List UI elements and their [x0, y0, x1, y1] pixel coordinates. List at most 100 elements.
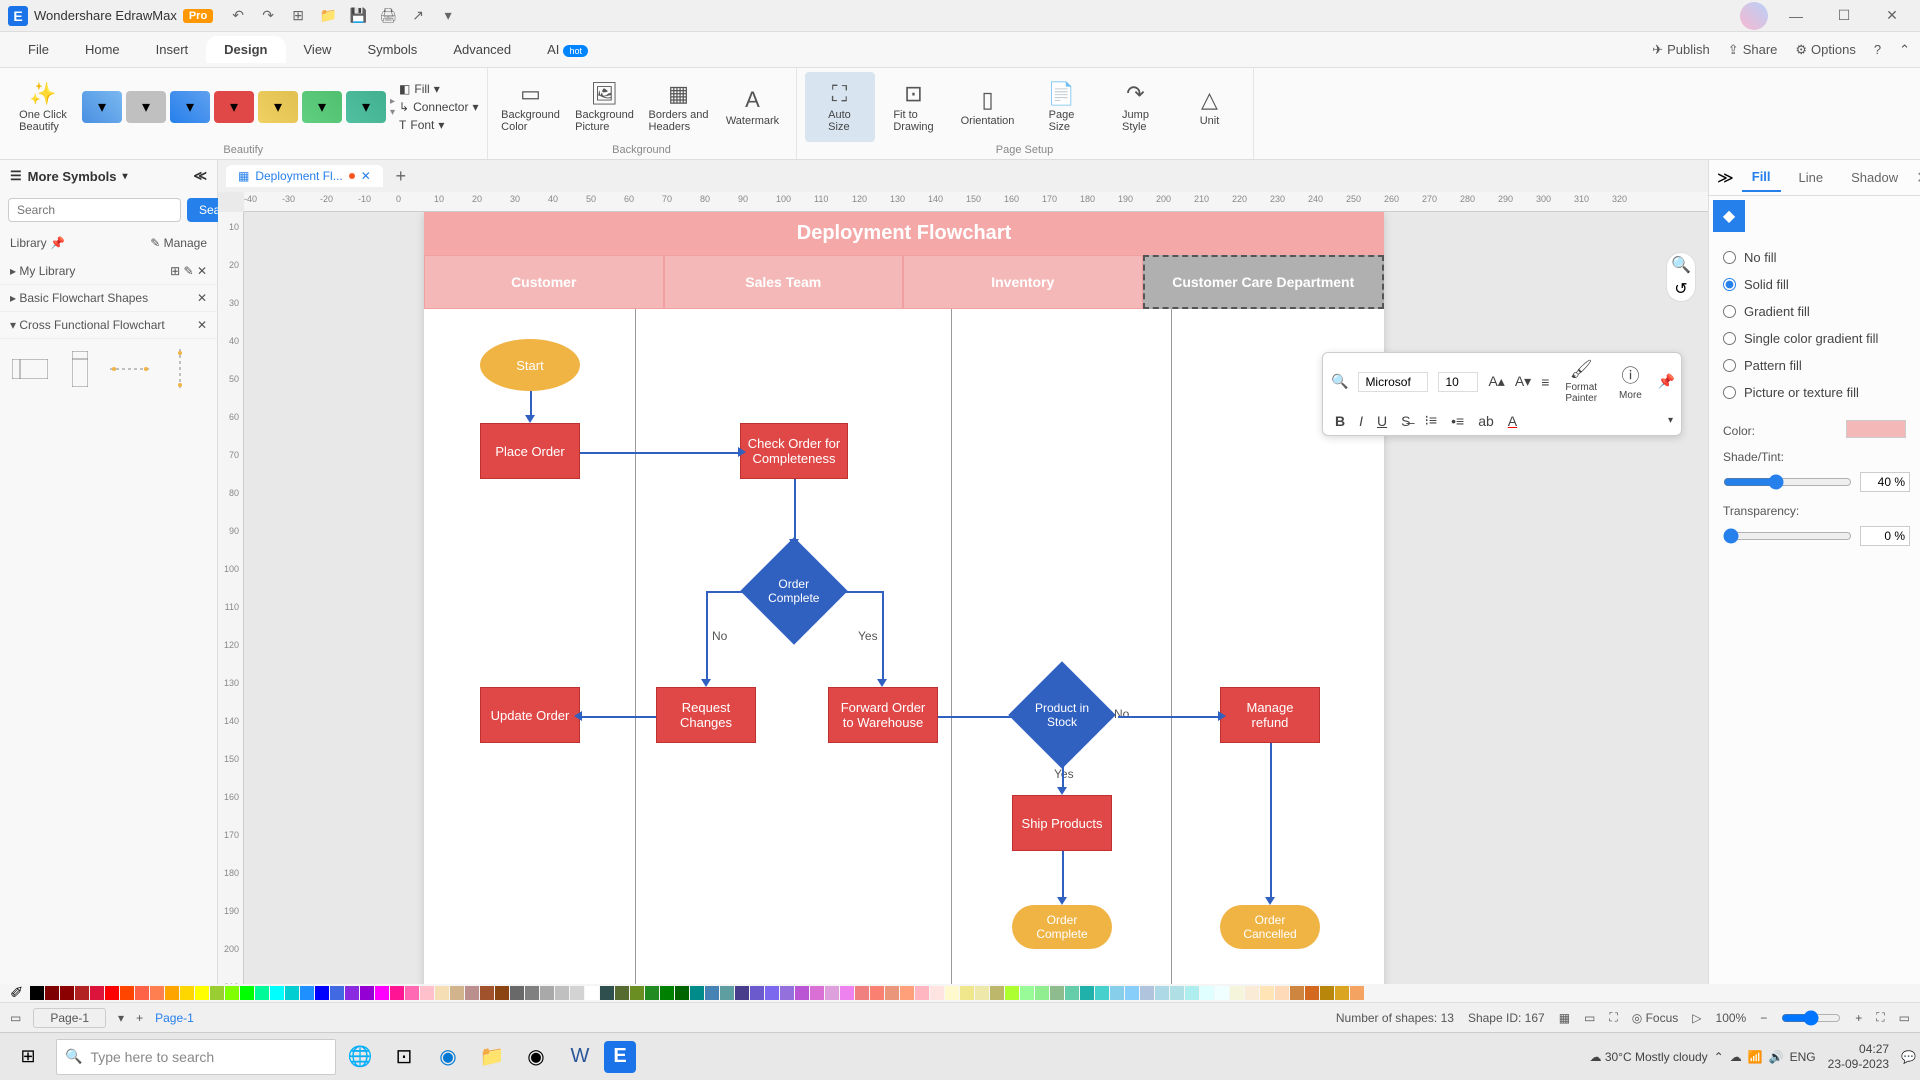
- unit-button[interactable]: △Unit: [1175, 72, 1245, 142]
- swimlane-h-shape[interactable]: [10, 349, 50, 389]
- line-tab[interactable]: Line: [1789, 164, 1834, 191]
- pattern-fill-radio[interactable]: Pattern fill: [1723, 352, 1906, 379]
- tray-chevron-icon[interactable]: ⌃: [1714, 1050, 1724, 1064]
- color-swatch[interactable]: [1020, 986, 1034, 1000]
- color-swatch[interactable]: [540, 986, 554, 1000]
- menu-advanced[interactable]: Advanced: [435, 36, 529, 63]
- redo-icon[interactable]: ↷: [259, 7, 277, 25]
- page-selector[interactable]: Page-1: [33, 1008, 106, 1028]
- color-swatch[interactable]: [480, 986, 494, 1000]
- check-order-shape[interactable]: Check Order for Completeness: [740, 423, 848, 479]
- color-swatch[interactable]: [240, 986, 254, 1000]
- color-swatch[interactable]: [1065, 986, 1079, 1000]
- beautify-swatch-4[interactable]: ▾: [214, 91, 254, 123]
- update-order-shape[interactable]: Update Order: [480, 687, 580, 743]
- format-painter-button[interactable]: 🖌Format Painter: [1559, 359, 1603, 404]
- color-swatch[interactable]: [1125, 986, 1139, 1000]
- picture-fill-radio[interactable]: Picture or texture fill: [1723, 379, 1906, 406]
- add-page-button[interactable]: +: [136, 1011, 143, 1025]
- color-swatch[interactable]: [1260, 986, 1274, 1000]
- undo-icon[interactable]: ↶: [229, 7, 247, 25]
- open-icon[interactable]: 📁: [319, 7, 337, 25]
- add-icon[interactable]: ⊞: [170, 264, 180, 278]
- color-swatch[interactable]: [435, 986, 449, 1000]
- clock[interactable]: 04:27 23-09-2023: [1822, 1042, 1895, 1071]
- color-swatch[interactable]: [1005, 986, 1019, 1000]
- color-swatch[interactable]: [870, 986, 884, 1000]
- color-swatch[interactable]: [315, 986, 329, 1000]
- color-swatch[interactable]: [300, 986, 314, 1000]
- chrome-icon[interactable]: ◉: [516, 1037, 556, 1077]
- transparency-slider[interactable]: [1723, 528, 1852, 544]
- text-case-icon[interactable]: ab: [1478, 413, 1494, 429]
- lane-customer[interactable]: Customer: [424, 255, 664, 309]
- maximize-button[interactable]: ☐: [1824, 1, 1864, 31]
- single-gradient-radio[interactable]: Single color gradient fill: [1723, 325, 1906, 352]
- color-swatch[interactable]: [345, 986, 359, 1000]
- color-swatch[interactable]: [930, 986, 944, 1000]
- order-cancelled-end[interactable]: Order Cancelled: [1220, 905, 1320, 949]
- share-button[interactable]: ⇪ Share: [1728, 42, 1778, 58]
- align-icon[interactable]: ≡: [1541, 374, 1549, 390]
- color-swatch[interactable]: [360, 986, 374, 1000]
- font-size-select[interactable]: [1438, 372, 1478, 392]
- explorer-icon[interactable]: 📁: [472, 1037, 512, 1077]
- zoom-in-button[interactable]: +: [1855, 1011, 1862, 1025]
- fill-tab[interactable]: Fill: [1742, 163, 1781, 192]
- color-swatch[interactable]: [945, 986, 959, 1000]
- forward-order-shape[interactable]: Forward Order to Warehouse: [828, 687, 938, 743]
- color-swatch[interactable]: [150, 986, 164, 1000]
- user-avatar[interactable]: [1740, 2, 1768, 30]
- color-swatch[interactable]: [105, 986, 119, 1000]
- color-swatch[interactable]: [900, 986, 914, 1000]
- color-swatch[interactable]: [1290, 986, 1304, 1000]
- color-swatch[interactable]: [1230, 986, 1244, 1000]
- page-dropdown-icon[interactable]: ▾: [118, 1011, 124, 1025]
- italic-icon[interactable]: I: [1359, 413, 1363, 429]
- decrease-font-icon[interactable]: A▾: [1515, 373, 1531, 390]
- color-swatch[interactable]: [75, 986, 89, 1000]
- color-swatch[interactable]: [705, 986, 719, 1000]
- flowchart-title[interactable]: Deployment Flowchart: [424, 212, 1384, 255]
- export-icon[interactable]: ↗: [409, 7, 427, 25]
- font-color-icon[interactable]: A: [1508, 413, 1517, 429]
- no-fill-radio[interactable]: No fill: [1723, 244, 1906, 271]
- close-icon[interactable]: ✕: [197, 318, 207, 332]
- bg-color-button[interactable]: ▭Background Color: [496, 72, 566, 142]
- color-swatch[interactable]: [1170, 986, 1184, 1000]
- chevron-down-icon[interactable]: ▾: [123, 171, 128, 182]
- color-swatch[interactable]: [1305, 986, 1319, 1000]
- color-swatch[interactable]: [285, 986, 299, 1000]
- color-swatch[interactable]: [1846, 420, 1906, 438]
- beautify-more-icon[interactable]: ▸▾: [390, 96, 395, 118]
- beautify-swatch-5[interactable]: ▾: [258, 91, 298, 123]
- color-swatch[interactable]: [750, 986, 764, 1000]
- ship-products-shape[interactable]: Ship Products: [1012, 795, 1112, 851]
- wifi-icon[interactable]: 📶: [1748, 1050, 1763, 1064]
- color-swatch[interactable]: [1215, 986, 1229, 1000]
- increase-font-icon[interactable]: A▴: [1488, 373, 1504, 390]
- cross-functional-section[interactable]: ▾ Cross Functional Flowchart ✕: [0, 312, 217, 339]
- manage-link[interactable]: ✎ Manage: [150, 236, 207, 250]
- color-swatch[interactable]: [120, 986, 134, 1000]
- numbered-list-icon[interactable]: ⁝≡: [1424, 412, 1437, 429]
- menu-ai[interactable]: AIhot: [529, 36, 606, 63]
- options-button[interactable]: ⚙ Options: [1795, 42, 1855, 58]
- beautify-swatch-6[interactable]: ▾: [302, 91, 342, 123]
- color-swatch[interactable]: [420, 986, 434, 1000]
- color-swatch[interactable]: [510, 986, 524, 1000]
- new-icon[interactable]: ⊞: [289, 7, 307, 25]
- color-swatch[interactable]: [210, 986, 224, 1000]
- menu-view[interactable]: View: [286, 36, 350, 63]
- help-icon[interactable]: ?: [1874, 42, 1881, 57]
- color-swatch[interactable]: [1245, 986, 1259, 1000]
- tab-close-icon[interactable]: ✕: [361, 169, 371, 183]
- lane-customer-care[interactable]: Customer Care Department: [1143, 255, 1385, 309]
- focus-button[interactable]: ◎ Focus: [1632, 1011, 1679, 1025]
- lane-inventory[interactable]: Inventory: [903, 255, 1143, 309]
- expand-panel-icon[interactable]: ≫: [1717, 168, 1734, 188]
- manage-refund-shape[interactable]: Manage refund: [1220, 687, 1320, 743]
- more-button[interactable]: ⓘMore: [1613, 362, 1648, 401]
- color-swatch[interactable]: [270, 986, 284, 1000]
- fill-dropdown[interactable]: ◧ Fill ▾: [399, 82, 478, 96]
